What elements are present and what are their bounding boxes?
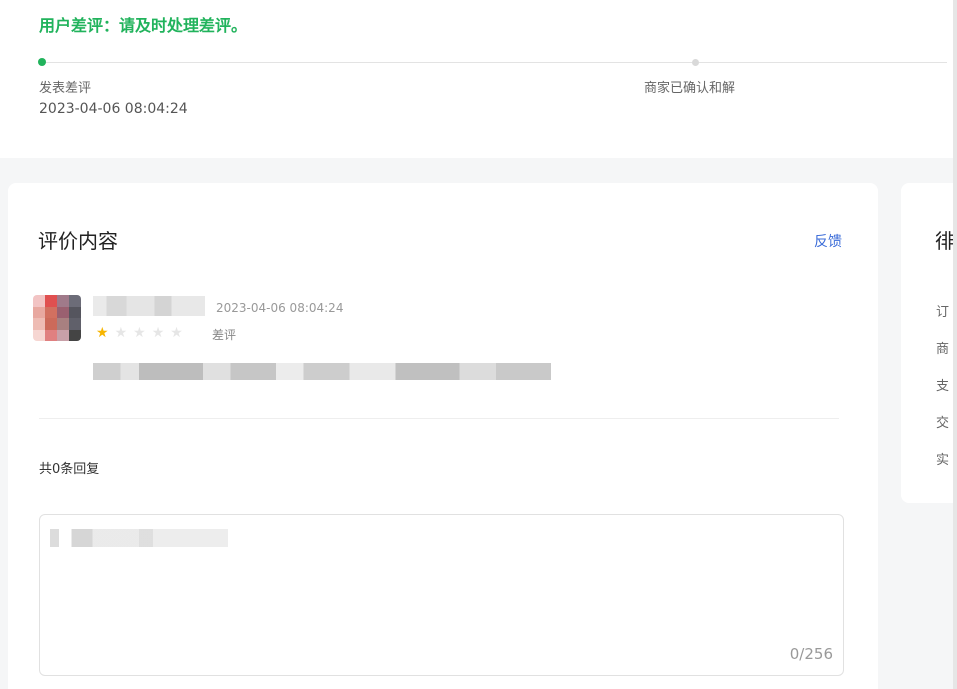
step-2-label: 商家已确认和解 — [644, 81, 736, 96]
side-item: 商 — [936, 342, 950, 357]
step-1-dot — [38, 58, 46, 66]
star-icon: ★ — [133, 325, 152, 341]
status-title: 用户差评：请及时处理差评。 — [39, 16, 248, 35]
reply-placeholder-redacted — [50, 529, 228, 547]
char-counter: 0/256 — [789, 645, 833, 663]
scrollbar[interactable] — [953, 0, 957, 689]
reviewer-name-redacted — [93, 296, 205, 316]
review-card-title: 评价内容 — [38, 229, 118, 253]
order-status-panel: 用户差评：请及时处理差评。 发表差评 2023-04-06 08:04:24 商… — [0, 0, 957, 158]
side-item: 实 — [936, 453, 950, 468]
feedback-link[interactable]: 反馈 — [814, 231, 842, 251]
progress-line — [42, 62, 947, 63]
star-icon: ★ — [96, 325, 115, 341]
side-info-card: 徘 订 商 支 交 实 — [901, 183, 957, 503]
reply-count: 共0条回复 — [39, 462, 100, 477]
step-2-dot — [692, 59, 699, 66]
star-icon: ★ — [114, 325, 134, 341]
side-item: 订 — [936, 305, 950, 320]
review-content-redacted — [93, 363, 551, 380]
review-card: 评价内容 反馈 2023-04-06 08:04:24 ★★★★★ 差评 共0条… — [8, 183, 878, 689]
rating-label: 差评 — [212, 328, 237, 342]
review-time: 2023-04-06 08:04:24 — [216, 301, 344, 315]
reviewer-avatar — [33, 295, 81, 341]
side-item: 支 — [936, 379, 950, 394]
divider — [39, 418, 839, 419]
reply-textarea[interactable]: 0/256 — [39, 514, 844, 676]
star-icon: ★ — [151, 325, 171, 341]
side-item: 交 — [936, 416, 950, 431]
side-card-title: 徘 — [935, 229, 955, 253]
star-icon: ★ — [170, 325, 189, 341]
rating-stars: ★★★★★ — [96, 325, 189, 341]
step-1-time: 2023-04-06 08:04:24 — [39, 101, 188, 117]
step-1-label: 发表差评 — [39, 81, 92, 96]
